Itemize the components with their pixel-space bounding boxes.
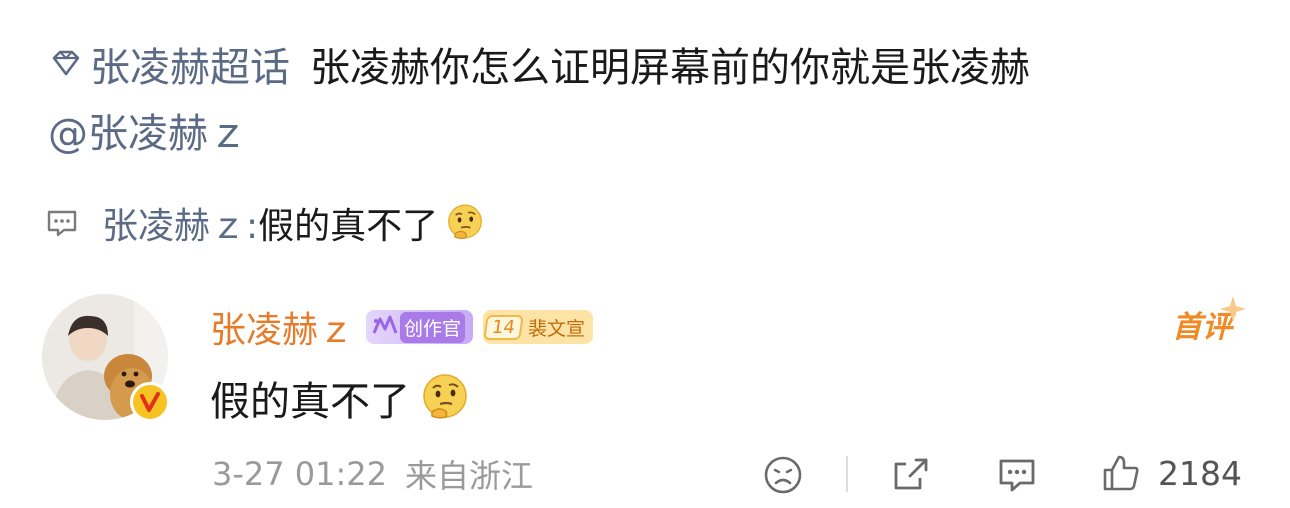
- comment-icon: [999, 459, 1035, 492]
- comment-preview[interactable]: 张凌赫ｚ: 假的真不了: [44, 198, 486, 248]
- fan-badge[interactable]: 14 裴文宣: [483, 310, 593, 344]
- comment-meta: 3-27 01:22 来自浙江: [212, 452, 533, 496]
- comment-author[interactable]: 张凌赫ｚ: [210, 301, 354, 353]
- fan-level: 14: [483, 314, 524, 340]
- preview-text: 假的真不了: [258, 206, 439, 247]
- comment-bubble-icon: [44, 205, 80, 241]
- preview-author[interactable]: 张凌赫ｚ:: [102, 197, 258, 249]
- frown-face-icon: [764, 456, 802, 494]
- mention-link[interactable]: @张凌赫ｚ: [48, 102, 248, 158]
- comment-location: 来自浙江: [405, 457, 534, 495]
- comment-header: 张凌赫ｚ 创作官 14 裴文宣: [210, 301, 593, 353]
- topic-link[interactable]: 张凌赫超话: [90, 35, 290, 93]
- comment-text: 假的真不了: [210, 379, 410, 425]
- thinking-face-emoji-icon: [418, 371, 472, 425]
- creator-star-icon: [372, 315, 398, 334]
- dislike-button[interactable]: [762, 454, 804, 496]
- share-icon: [894, 458, 928, 490]
- diamond-icon: [46, 44, 86, 84]
- comment-text-row: 假的真不了: [210, 368, 472, 428]
- fan-badge-label: 裴文宣: [527, 317, 585, 340]
- verified-badge-icon: [130, 382, 170, 422]
- like-count: 2184: [1158, 453, 1242, 493]
- sparkle-icon: [1218, 294, 1248, 324]
- creator-badge[interactable]: 创作官: [366, 310, 474, 344]
- creator-badge-label: 创作官: [400, 311, 466, 343]
- thinking-face-emoji-icon: [444, 202, 486, 244]
- post-text: 张凌赫你怎么证明屏幕前的你就是张凌赫: [310, 45, 1030, 91]
- thumbs-up-icon: [1103, 455, 1139, 491]
- like-button[interactable]: 2184: [1100, 450, 1242, 496]
- comment-date: 3-27 01:22: [212, 455, 388, 493]
- post-line-1: 张凌赫超话 张凌赫你怎么证明屏幕前的你就是张凌赫: [46, 36, 1030, 92]
- action-divider: [846, 456, 848, 492]
- comment-button[interactable]: [996, 454, 1038, 496]
- share-button[interactable]: [890, 454, 932, 496]
